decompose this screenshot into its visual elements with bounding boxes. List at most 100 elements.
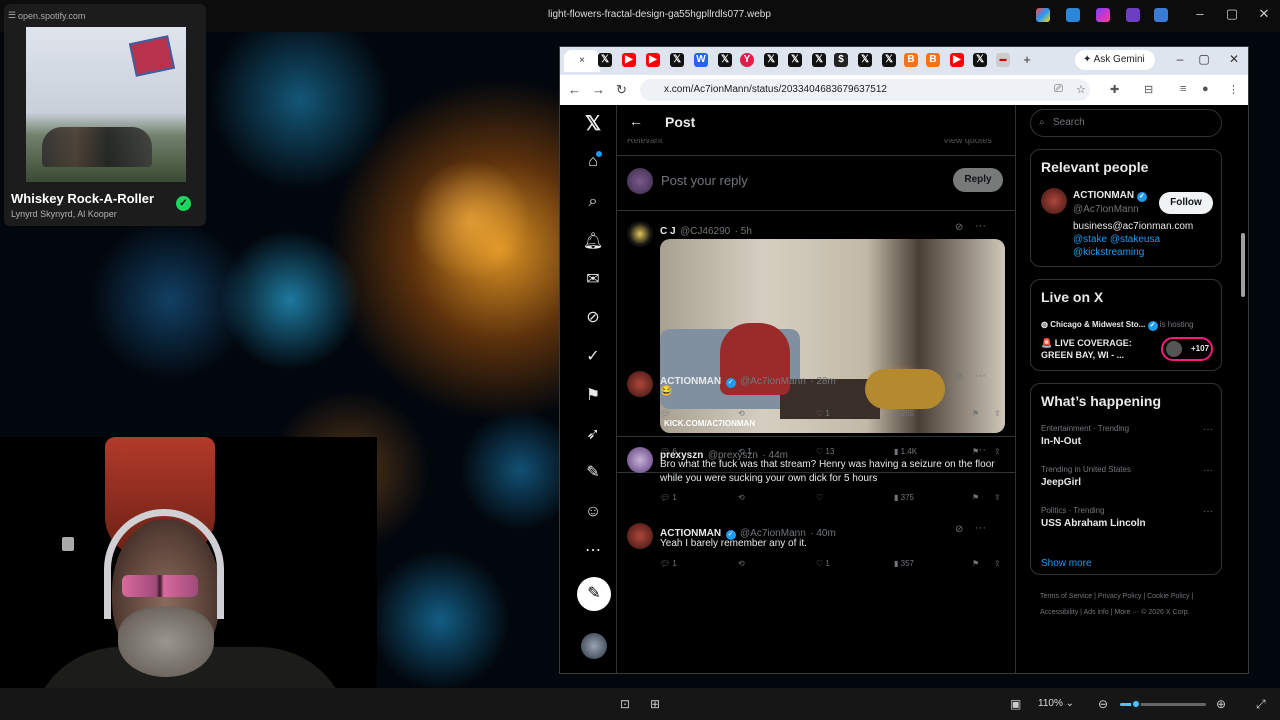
grok-icon[interactable]: ⊘ [955,372,963,383]
more-icon[interactable]: ··· [1203,465,1213,476]
live-host[interactable]: ◍ Chicago & Midwest Sto... ✓ is hosting [1041,320,1194,331]
view-count[interactable]: ▮ 357 [894,559,914,568]
account-avatar[interactable] [581,633,607,659]
repost-count[interactable]: ⟲ [738,559,745,568]
x-tab-icon[interactable]: 𝕏 [973,53,987,67]
x-logo-icon[interactable]: 𝕏 [582,113,604,135]
app-tab-icon[interactable]: Y [740,53,754,67]
playlist-icon[interactable]: ≡ [1180,83,1186,95]
explore-icon[interactable]: ⌕ [582,191,604,213]
messages-icon[interactable]: ✉ [582,269,604,291]
copilot-icon[interactable] [1036,8,1050,22]
compose-post-button[interactable]: ✎ [577,577,611,611]
scrollbar-thumb[interactable] [1241,233,1245,297]
more-icon[interactable]: ··· [1203,424,1213,435]
zoom-in-icon[interactable]: ⊕ [1216,697,1226,711]
minimize-icon[interactable]: – [1172,52,1188,66]
follow-button[interactable]: Follow [1159,192,1213,214]
reply-input[interactable]: Post your reply [661,173,748,188]
live-space-title[interactable]: 🚨 LIVE COVERAGE: GREEN BAY, WI - ... [1041,337,1151,361]
media-tab-icon[interactable]: ▬ [996,53,1010,67]
forward-icon[interactable]: → [592,82,605,97]
premium-icon[interactable]: ✎ [582,462,604,484]
share-icon[interactable]: ⇪ [994,409,1001,418]
close-icon[interactable]: ✕ [1254,6,1274,22]
handle[interactable]: @CJ46290 [680,226,730,237]
avatar[interactable] [627,371,653,397]
blogger-tab-icon[interactable]: B [926,53,940,67]
like-count[interactable]: ♡ 1 [816,409,830,418]
reply-count[interactable]: 💬︎ 1 [660,559,677,568]
trend-item[interactable]: Entertainment · Trending In-N-Out ··· [1041,424,1213,447]
reply-post[interactable]: ACTIONMAN ✓ @Ac7ionMann · 40m ⊘ ··· Yeah… [617,515,1015,585]
check-icon[interactable]: ✓ [176,196,191,211]
clipchamp-icon[interactable] [1126,8,1140,22]
bookmark-star-icon[interactable]: ☆ [1076,83,1086,96]
view-count[interactable]: ▮ 375 [894,493,914,502]
extensions-icon[interactable]: ✚ [1110,83,1119,96]
share-icon[interactable]: ⇪ [994,493,1001,502]
new-tab-icon[interactable]: + [1020,53,1034,67]
youtube-tab-icon[interactable]: ▶ [622,53,636,67]
x-tab-icon[interactable]: 𝕏 [788,53,802,67]
grok-icon[interactable]: ⊘ [955,222,963,233]
back-icon[interactable]: ← [568,82,581,97]
reply-count[interactable]: 💬︎ 1 [660,493,677,502]
more-icon[interactable]: ··· [975,220,986,232]
zoom-out-icon[interactable]: ⊖ [1098,697,1108,711]
timestamp[interactable]: · 5h [735,226,752,237]
grok-icon[interactable]: ⊘ [955,524,963,535]
person-name[interactable]: ACTIONMAN ✓ [1073,190,1147,202]
x-tab-icon[interactable]: 𝕏 [882,53,896,67]
more-icon[interactable]: ··· [975,444,986,456]
reply-post[interactable]: ACTIONMAN ✓ @Ac7ionMann · 28m ⊘ ··· 😂 💬︎… [617,361,1015,437]
scrollbar[interactable] [1240,169,1246,673]
person-handle[interactable]: @Ac7ionMann [1073,204,1139,215]
tab-search-icon[interactable]: ⊟ [1144,83,1153,96]
search-input[interactable]: ⌕ Search [1030,109,1222,137]
avatar[interactable] [627,447,653,473]
repost-count[interactable]: ⟲ [738,409,745,418]
fit-icon[interactable]: ▣ [1010,697,1021,711]
more-icon[interactable]: ··· [975,522,986,534]
like-count[interactable]: ♡ [816,493,823,502]
profile-icon[interactable]: ☺ [582,501,604,523]
avatar[interactable] [627,221,653,247]
notifications-icon[interactable]: 🔔︎ [582,231,604,253]
spotify-miniplayer[interactable]: ☰ open.spotify.com Whiskey Rock-A-Roller… [4,4,206,226]
x-tab-icon[interactable]: 𝕏 [598,53,612,67]
x-tab-icon[interactable]: 𝕏 [858,53,872,67]
minimize-icon[interactable]: – [1190,6,1210,21]
designer-icon[interactable] [1096,8,1110,22]
bio-link-stakeusa[interactable]: @stakeusa [1110,234,1160,245]
jobs-icon[interactable]: ➶ [582,424,604,446]
fullscreen-icon[interactable]: ⤢ [1256,697,1266,712]
zoom-slider-knob[interactable] [1131,699,1141,709]
reply-count[interactable]: 💬︎ [660,409,670,418]
x-tab-icon[interactable]: 𝕏 [764,53,778,67]
maximize-icon[interactable]: ▢ [1196,52,1212,66]
live-listeners-badge[interactable]: +107 [1161,337,1213,361]
menu-icon[interactable]: ⋮ [1228,83,1239,96]
like-count[interactable]: ♡ 1 [816,559,830,568]
dollar-tab-icon[interactable]: $ [834,53,848,67]
share-icon[interactable]: ⇪ [994,559,1001,568]
reload-icon[interactable]: ↻ [616,82,627,98]
onedrive-icon[interactable] [1154,8,1168,22]
crop-icon[interactable]: ⊡ [620,697,630,711]
repost-count[interactable]: ⟲ [738,493,745,502]
footer-links[interactable]: Terms of Service | Privacy Policy | Cook… [1040,589,1220,621]
avatar[interactable] [627,523,653,549]
trend-item[interactable]: Trending in United States JeepGirl ··· [1041,465,1213,488]
active-tab[interactable]: × [564,50,600,72]
view-count[interactable]: ▮ 266 [894,409,914,418]
more-icon[interactable]: ··· [975,370,986,382]
bookmark-icon[interactable]: ⚑ [972,493,979,502]
reply-button[interactable]: Reply [953,168,1003,192]
x-tab-icon[interactable]: 𝕏 [812,53,826,67]
display-name[interactable]: C J [660,226,676,237]
bookmark-icon[interactable]: ⚑ [972,559,979,568]
ask-gemini-button[interactable]: ✦ Ask Gemini [1075,50,1155,70]
x-tab-icon[interactable]: 𝕏 [718,53,732,67]
close-icon[interactable]: ✕ [1226,52,1242,66]
